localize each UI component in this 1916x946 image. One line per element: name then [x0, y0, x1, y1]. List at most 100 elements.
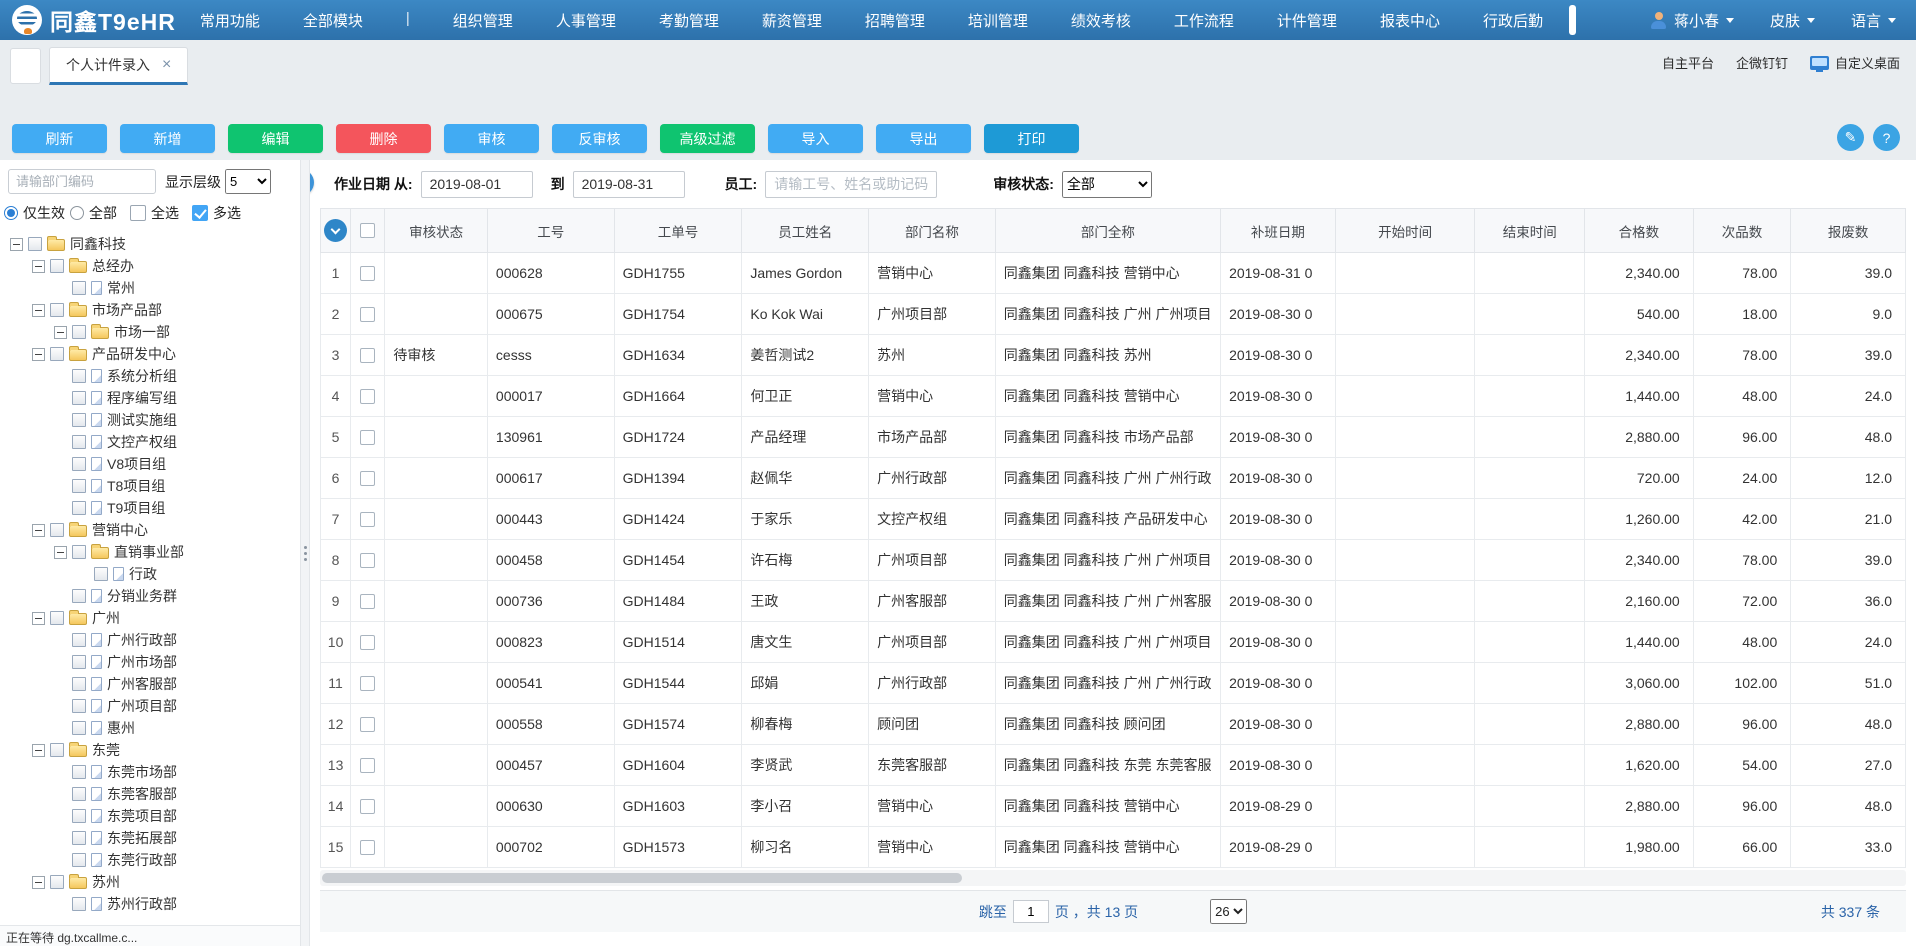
row-checkbox[interactable] [360, 840, 375, 855]
skin-menu[interactable]: 皮肤 [1770, 10, 1815, 31]
row-checkbox[interactable] [360, 471, 375, 486]
tree-expand-toggle[interactable] [32, 260, 45, 273]
tree-node[interactable]: 市场产品部 [0, 299, 300, 321]
table-row[interactable]: 10 000823 GDH1514 唐文生 广州项目部 同鑫集团 同鑫科技 广州… [321, 622, 1906, 663]
link-self-platform[interactable]: 自主平台 [1662, 53, 1714, 72]
table-row[interactable]: 3 待审核 cesss GDH1634 姜哲测试2 苏州 同鑫集团 同鑫科技 苏… [321, 335, 1906, 376]
toolbar-button[interactable]: 刷新 [12, 124, 107, 153]
column-header[interactable]: 合格数 [1585, 209, 1694, 253]
date-to-input[interactable] [573, 171, 685, 198]
tree-checkbox[interactable] [50, 523, 64, 537]
tree-node[interactable]: T8项目组 [0, 475, 300, 497]
tree-node[interactable]: 系统分析组 [0, 365, 300, 387]
toolbar-button[interactable]: 导入 [768, 124, 863, 153]
tree-checkbox[interactable] [72, 501, 86, 515]
row-checkbox[interactable] [360, 717, 375, 732]
table-row[interactable]: 13 000457 GDH1604 李贤武 东莞客服部 同鑫集团 同鑫科技 东莞… [321, 745, 1906, 786]
tree-checkbox[interactable] [72, 897, 86, 911]
nav-item[interactable]: 计件管理 [1277, 10, 1337, 31]
multi-select-checkbox[interactable] [192, 205, 208, 221]
toolbar-button[interactable]: 导出 [876, 124, 971, 153]
table-row[interactable]: 7 000443 GDH1424 于家乐 文控产权组 同鑫集团 同鑫科技 产品研… [321, 499, 1906, 540]
tree-checkbox[interactable] [72, 853, 86, 867]
column-header[interactable]: 工号 [487, 209, 614, 253]
row-checkbox[interactable] [360, 635, 375, 650]
nav-item[interactable]: 招聘管理 [865, 10, 925, 31]
select-all-checkbox[interactable] [130, 205, 146, 221]
tree-node[interactable]: T9项目组 [0, 497, 300, 519]
row-checkbox[interactable] [360, 676, 375, 691]
nav-item[interactable]: 常用功能 [200, 10, 260, 31]
table-row[interactable]: 1 000628 GDH1755 James Gordon 营销中心 同鑫集团 … [321, 253, 1906, 294]
tree-node[interactable]: 直销事业部 [0, 541, 300, 563]
tree-checkbox[interactable] [72, 281, 86, 295]
row-checkbox[interactable] [360, 758, 375, 773]
table-row[interactable]: 4 000017 GDH1664 何卫正 营销中心 同鑫集团 同鑫科技 营销中心… [321, 376, 1906, 417]
tree-checkbox[interactable] [72, 479, 86, 493]
column-header[interactable]: 次品数 [1693, 209, 1791, 253]
toolbar-button[interactable]: 打印 [984, 124, 1079, 153]
tree-node[interactable]: 行政 [0, 563, 300, 585]
nav-item[interactable]: 考勤管理 [659, 10, 719, 31]
toolbar-button[interactable]: 审核 [444, 124, 539, 153]
tree-node[interactable]: 程序编写组 [0, 387, 300, 409]
table-row[interactable]: 11 000541 GDH1544 邱娟 广州行政部 同鑫集团 同鑫科技 广州 … [321, 663, 1906, 704]
tree-node[interactable]: 惠州 [0, 717, 300, 739]
tree-expand-toggle[interactable] [54, 546, 67, 559]
tree-checkbox[interactable] [72, 633, 86, 647]
tree-checkbox[interactable] [94, 567, 108, 581]
header-checkbox[interactable] [360, 223, 375, 238]
tree-node[interactable]: 营销中心 [0, 519, 300, 541]
page-number-input[interactable] [1013, 900, 1049, 923]
tree-expand-toggle[interactable] [10, 238, 23, 251]
tree-checkbox[interactable] [72, 325, 86, 339]
date-from-input[interactable] [421, 171, 533, 198]
tree-checkbox[interactable] [72, 655, 86, 669]
tree-node[interactable]: 同鑫科技 [0, 233, 300, 255]
toolbar-button[interactable]: 新增 [120, 124, 215, 153]
tree-checkbox[interactable] [72, 721, 86, 735]
tree-checkbox[interactable] [50, 347, 64, 361]
department-code-input[interactable] [8, 169, 156, 194]
row-checkbox[interactable] [360, 430, 375, 445]
row-checkbox[interactable] [360, 594, 375, 609]
tree-expand-toggle[interactable] [32, 612, 45, 625]
table-row[interactable]: 12 000558 GDH1574 柳春梅 顾问团 同鑫集团 同鑫科技 顾问团 … [321, 704, 1906, 745]
tree-checkbox[interactable] [72, 677, 86, 691]
tree-node[interactable]: 市场一部 [0, 321, 300, 343]
close-icon[interactable]: × [162, 57, 171, 73]
collapse-sidebar-button[interactable] [310, 169, 314, 196]
table-row[interactable]: 6 000617 GDH1394 赵佩华 广州行政部 同鑫集团 同鑫科技 广州 … [321, 458, 1906, 499]
tree-node[interactable]: 总经办 [0, 255, 300, 277]
panel-splitter[interactable] [300, 160, 310, 946]
radio-effective-only[interactable] [4, 206, 18, 220]
tree-checkbox[interactable] [50, 259, 64, 273]
tree-checkbox[interactable] [50, 611, 64, 625]
row-checkbox[interactable] [360, 512, 375, 527]
toolbar-icon-button[interactable]: ✎ [1837, 124, 1864, 151]
row-checkbox[interactable] [360, 389, 375, 404]
toolbar-button[interactable]: 编辑 [228, 124, 323, 153]
tree-expand-toggle[interactable] [32, 876, 45, 889]
tree-node[interactable]: 东莞项目部 [0, 805, 300, 827]
table-row[interactable]: 8 000458 GDH1454 许石梅 广州项目部 同鑫集团 同鑫科技 广州 … [321, 540, 1906, 581]
nav-item[interactable]: 工作流程 [1174, 10, 1234, 31]
tree-node[interactable]: 东莞拓展部 [0, 827, 300, 849]
column-header[interactable]: 开始时间 [1335, 209, 1475, 253]
table-row[interactable]: 2 000675 GDH1754 Ko Kok Wai 广州项目部 同鑫集团 同… [321, 294, 1906, 335]
nav-item[interactable]: 组织管理 [453, 10, 513, 31]
table-row[interactable]: 5 130961 GDH1724 产品经理 市场产品部 同鑫集团 同鑫科技 市场… [321, 417, 1906, 458]
nav-scrollbar-thumb[interactable] [1569, 5, 1576, 35]
tree-checkbox[interactable] [50, 875, 64, 889]
table-row[interactable]: 15 000702 GDH1573 柳习名 营销中心 同鑫集团 同鑫科技 营销中… [321, 827, 1906, 868]
tree-node[interactable]: 广州 [0, 607, 300, 629]
column-header[interactable]: 补班日期 [1221, 209, 1336, 253]
tree-node[interactable]: 东莞市场部 [0, 761, 300, 783]
tree-expand-toggle[interactable] [54, 326, 67, 339]
tree-checkbox[interactable] [72, 369, 86, 383]
toolbar-button[interactable]: 反审核 [552, 124, 647, 153]
row-checkbox[interactable] [360, 799, 375, 814]
tree-node[interactable]: 常州 [0, 277, 300, 299]
column-header[interactable]: 审核状态 [385, 209, 488, 253]
tab-personal-piecework-entry[interactable]: 个人计件录入 × [49, 47, 188, 85]
